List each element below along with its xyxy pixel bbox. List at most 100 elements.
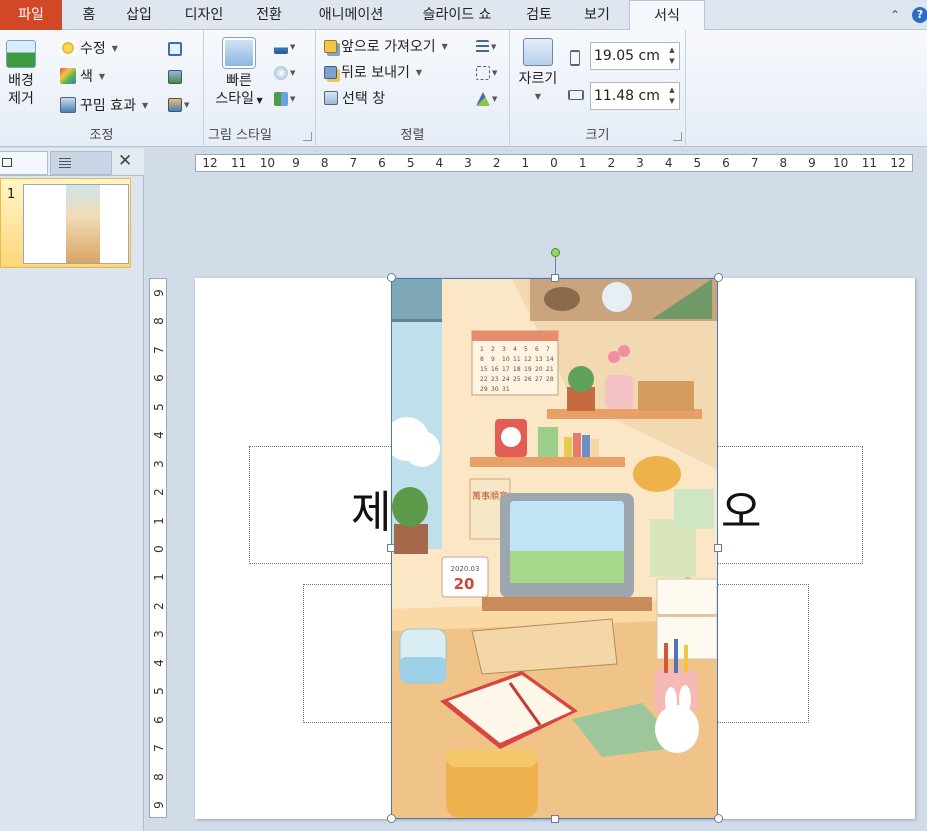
date-card-day: 20 [454,575,475,593]
rotation-handle[interactable] [551,248,560,257]
calendar-day: 7 [546,346,550,353]
ruler-label: 8 [320,156,329,170]
ruler-label: 6 [152,715,166,724]
dropdown-arrow-icon: ▼ [290,43,296,51]
calendar-day: 24 [502,376,510,383]
picture-border-button[interactable]: ▼ [274,37,298,57]
ruler-label: 7 [750,156,759,170]
width-spinner[interactable]: ▲ ▼ [667,85,677,107]
tab-home[interactable]: 홈 [74,0,104,30]
date-card-year: 2020.03 [451,565,480,573]
color-button[interactable]: 색 ▼ [60,65,105,87]
tab-transitions[interactable]: 전환 [246,0,292,30]
ruler-label: 3 [464,156,472,170]
crop-button[interactable]: 자르기 ▼ [514,38,562,106]
quick-styles-label-2: 스타일 ▼ [215,91,263,107]
dropdown-arrow-icon: ▼ [492,95,498,103]
slide-thumbnail[interactable] [23,184,129,264]
slide-number: 1 [7,187,16,202]
title-text-left: 제 [351,487,392,538]
ruler-label: 1 [521,156,530,170]
remove-background-button[interactable]: 배경 제거 [2,40,40,108]
dropdown-arrow-icon: ▼ [441,41,448,51]
desk-illustration: 1 2 3 4 5 6 78 9 10 11 12 13 1415 16 17 18 19 20 2122 23 24 2… [392,279,717,818]
remove-background-label-2: 제거 [8,91,34,107]
resize-handle-bottom-right[interactable] [714,814,723,823]
compress-pictures-button[interactable] [168,39,192,59]
size-launcher-icon[interactable] [673,132,682,141]
height-icon [570,50,580,66]
height-spinner[interactable]: ▲ ▼ [667,45,677,67]
tab-view[interactable]: 보기 [574,0,620,30]
artistic-effects-label: 꾸밈 효과 [80,98,136,114]
resize-handle-bottom-left[interactable] [387,814,396,823]
tab-file[interactable]: 파일 [0,0,62,30]
tab-outline[interactable] [50,151,112,175]
slides-pane: ✕ 1 [0,148,144,831]
slide-thumbnail-row[interactable]: 1 [0,178,131,268]
dropdown-arrow-icon: ▼ [491,43,497,51]
calendar-day: 15 [480,366,488,373]
selection-pane-label: 선택 창 [342,91,386,107]
ruler-label: 5 [152,687,166,696]
corrections-button[interactable]: 수정 ▼ [60,37,118,59]
tab-format[interactable]: 서식 [629,0,705,31]
tab-animations[interactable]: 애니메이션 [304,0,398,30]
picture-effects-button[interactable]: ▼ [274,63,298,83]
picture-styles-launcher-icon[interactable] [303,132,312,141]
tab-slides[interactable] [0,151,48,175]
align-button[interactable]: ▼ [476,37,500,57]
height-field[interactable]: 19.05 cm ▲ ▼ [590,42,680,70]
tab-insert[interactable]: 삽입 [116,0,162,30]
resize-handle-left[interactable] [387,544,395,552]
resize-handle-bottom[interactable] [551,815,559,823]
resize-handle-top-left[interactable] [387,273,396,282]
group-button[interactable]: ▼ [476,63,500,83]
help-icon[interactable]: ? [912,7,927,23]
dropdown-arrow-icon: ▼ [111,43,118,53]
dropdown-arrow-icon: ▼ [141,100,149,110]
dropdown-arrow-icon: ▼ [184,101,190,109]
rotate-button[interactable]: ▼ [476,89,500,109]
ruler-label: 8 [779,156,788,170]
slides-icon [2,158,12,167]
ruler-label: 3 [636,156,644,170]
ribbon-tab-bar: 파일 홈 삽입 디자인 전환 애니메이션 슬라이드 쇼 검토 보기 서식 ⌃ ? [0,0,927,31]
ruler-label: 8 [152,772,166,781]
tab-design[interactable]: 디자인 [174,0,234,30]
picture-layout-button[interactable]: ▼ [274,89,298,109]
effects-icon [274,66,288,80]
ribbon-collapse-icon[interactable]: ⌃ [890,0,900,30]
calendar-day: 18 [513,366,521,373]
reset-picture-button[interactable]: ▼ [168,95,192,115]
tab-review[interactable]: 검토 [516,0,562,30]
align-icon [476,40,489,54]
change-picture-button[interactable] [168,67,192,87]
resize-handle-top[interactable] [551,274,559,282]
ruler-label: 11 [861,156,877,170]
rotate-icon [476,92,490,106]
ruler-label: 4 [664,156,673,170]
calendar-day: 10 [502,356,510,363]
calendar-day: 27 [535,376,543,383]
artistic-effects-button[interactable]: 꾸밈 효과 ▼ [60,94,148,116]
send-backward-icon [324,65,337,79]
tab-slideshow[interactable]: 슬라이드 쇼 [410,0,504,30]
quick-styles-button[interactable]: 빠른 스타일 ▼ [208,38,270,110]
selected-picture[interactable]: 1 2 3 4 5 6 7 8 9 10 11 12 13 14 15 16 17 18 19 20 21 22 23 24 2… [391,278,718,819]
selection-pane-button[interactable]: 선택 창 [324,87,385,109]
send-backward-button[interactable]: 뒤로 보내기 ▼ [324,61,422,83]
calendar-day: 17 [502,366,510,373]
height-value: 19.05 cm [594,48,660,64]
ruler-label: 7 [152,346,166,354]
close-pane-icon[interactable]: ✕ [118,151,132,171]
ruler-label: 4 [435,156,444,170]
bring-forward-button[interactable]: 앞으로 가져오기 ▼ [324,35,448,57]
ruler-label: 7 [152,744,166,752]
resize-handle-top-right[interactable] [714,273,723,282]
resize-handle-right[interactable] [714,544,722,552]
width-field[interactable]: 11.48 cm ▲ ▼ [590,82,680,110]
ruler-label: 1 [578,156,587,170]
remove-background-label-1: 배경 [8,73,34,89]
calendar-day: 29 [480,386,488,393]
